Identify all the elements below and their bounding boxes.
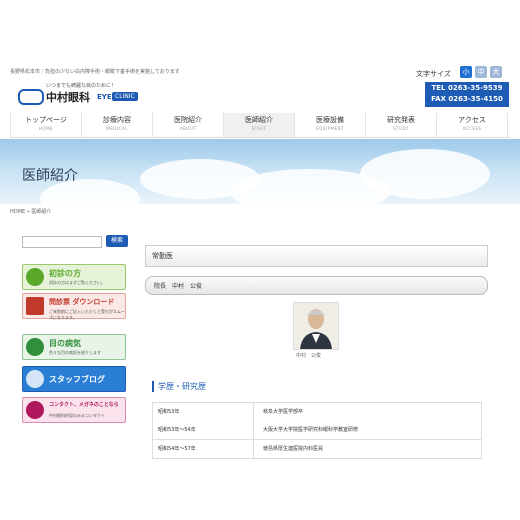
logo-name[interactable]: 中村眼科 [46, 89, 90, 105]
section-header: 常勤医 [145, 245, 488, 267]
staff-blog-button[interactable]: スタッフブログ [22, 366, 126, 392]
nav-item-medical[interactable]: 診療内容 MEDICAL [81, 113, 152, 137]
career-desc: 徳島県厚生連医院内科医員 [263, 446, 324, 452]
sidebar-button-title: コンタクト、メガネのことなら [49, 402, 119, 408]
nav-label: 医院紹介 [174, 116, 202, 124]
section-title: 常勤医 [152, 252, 173, 260]
nav-label: トップページ [25, 116, 67, 124]
table-row: 昭和54年～57年 徳島県厚生連医院内科医員 [152, 440, 482, 459]
fax-number: FAX 0263-35-4150 [431, 95, 503, 103]
header-tagline: 長野県松本市｜負担の少ない白内障手術・眼瞼下垂手術を実施しております [10, 69, 180, 75]
cloud-shape [360, 149, 490, 199]
career-period: 昭和54年～57年 [158, 446, 196, 452]
nav-sublabel: STAFF [251, 126, 267, 131]
logo-tagline: いつまでも綺麗な目のために！ [46, 83, 117, 89]
font-size-large-button[interactable]: 大 [490, 66, 502, 78]
sidebar-button-sub: 色々な目の病気を紹介します [49, 350, 101, 355]
font-size-small-button[interactable]: 小 [460, 66, 472, 78]
nav-sublabel: ACCESS [462, 126, 482, 131]
nav-sublabel: HOME [38, 126, 54, 131]
search-button[interactable]: 検索 [106, 235, 128, 247]
nav-item-equipment[interactable]: 医療設備 EQUIPMENT [294, 113, 365, 137]
doctor-name-label: 院長 中村 公俊 [154, 283, 203, 290]
sidebar-button-title: スタッフブログ [49, 375, 105, 384]
blog-icon [26, 370, 44, 388]
search-input[interactable] [22, 236, 102, 248]
nav-item-study[interactable]: 研究発表 STUDY [365, 113, 436, 137]
nav-sublabel: MEDICAL [106, 126, 128, 131]
career-desc: 大阪大学大学院医学研究科眼科学教室研修 [263, 427, 359, 433]
career-desc: 岐阜大学医学部卒 [263, 409, 304, 415]
page-title: 医師紹介 [22, 168, 78, 184]
font-size-label: 文字サイズ [416, 70, 451, 78]
tel-number: TEL 0263-35-9539 [431, 84, 503, 92]
logo-clinic-badge: CLINIC [112, 92, 138, 101]
career-period: 昭和53年～54年 [158, 427, 196, 433]
font-size-medium-button[interactable]: 中 [475, 66, 487, 78]
sidebar-button-sub: ご来院前にご記入いただくと受付がスムーズになります。 [49, 309, 125, 320]
table-row: 昭和53年～54年 大阪大学大学院医学研究科眼科学教室研修 [152, 421, 482, 440]
nav-label: 医療設備 [316, 116, 344, 124]
cell-divider [253, 421, 254, 439]
sidebar-button-title: 目の病気 [49, 339, 81, 348]
magnifier-icon [26, 338, 44, 356]
nav-item-home[interactable]: トップページ HOME [10, 113, 81, 137]
nav-item-access[interactable]: アクセス ACCESS [436, 113, 508, 137]
page-banner [0, 139, 520, 204]
nav-sublabel: ABOUT [179, 126, 197, 131]
nav-label: 研究発表 [387, 116, 415, 124]
first-visit-button[interactable]: 初診の方 初診の方はまずご覧ください。 [22, 264, 126, 290]
career-heading: 学歴・研究歴 [152, 381, 206, 392]
nav-sublabel: EQUIPMENT [315, 126, 345, 131]
sidebar-button-title: 問診票 ダウンロード [49, 298, 115, 306]
eye-disease-button[interactable]: 目の病気 色々な目の病気を紹介します [22, 334, 126, 360]
nav-item-about[interactable]: 医院紹介 ABOUT [152, 113, 223, 137]
logo-eye-icon[interactable] [18, 89, 44, 105]
sidebar-button-sub: 初診の方はまずご覧ください。 [49, 280, 105, 285]
questionnaire-download-button[interactable]: 問診票 ダウンロード ご来院前にご記入いただくと受付がスムーズになります。 [22, 293, 126, 320]
cell-divider [253, 403, 254, 421]
logo-eye-text: EYE [97, 93, 112, 101]
main-nav: トップページ HOME 診療内容 MEDICAL 医院紹介 ABOUT 医師紹介… [10, 113, 510, 138]
doctor-toggle-bar[interactable]: 院長 中村 公俊 [145, 276, 488, 295]
contact-box: TEL 0263-35-9539 FAX 0263-35-4150 [425, 82, 509, 107]
nav-label: 医師紹介 [245, 116, 273, 124]
sidebar-button-title: 初診の方 [49, 269, 81, 278]
nav-sublabel: STUDY [393, 126, 409, 131]
career-period: 昭和53年 [158, 409, 180, 415]
pdf-icon [26, 297, 44, 315]
doctor-photo-caption: 中村 公俊 [296, 353, 322, 359]
nav-item-staff[interactable]: 医師紹介 STAFF [223, 113, 294, 137]
first-visit-icon [26, 268, 44, 286]
cell-divider [253, 440, 254, 458]
breadcrumb[interactable]: HOME » 医師紹介 [10, 208, 51, 215]
nav-label: アクセス [458, 116, 486, 124]
doctor-photo [293, 302, 339, 350]
nav-label: 診療内容 [103, 116, 131, 124]
sidebar-button-sub: 中村眼科併設のみるコンタクト [49, 413, 105, 418]
contact-logo-icon [26, 401, 44, 419]
doctor-portrait-icon [300, 309, 332, 349]
table-row: 昭和53年 岐阜大学医学部卒 [152, 402, 482, 422]
contact-lens-button[interactable]: コンタクト、メガネのことなら 中村眼科併設のみるコンタクト [22, 397, 126, 423]
